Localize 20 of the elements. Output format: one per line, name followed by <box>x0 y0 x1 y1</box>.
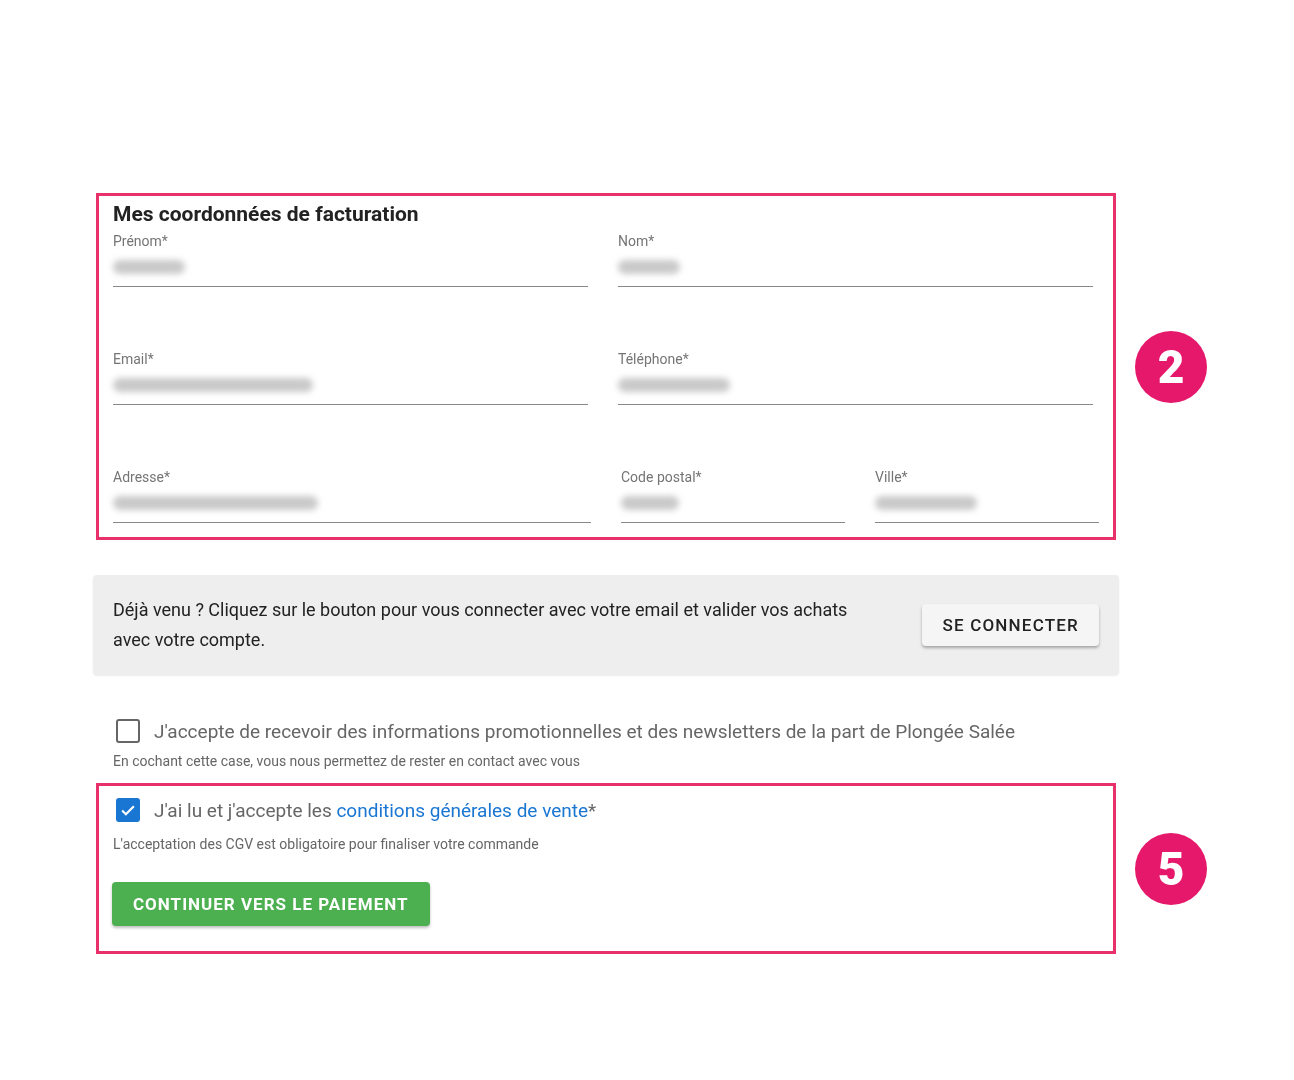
input-field[interactable]: Adresse* <box>113 468 591 523</box>
input-field[interactable]: Nom* <box>618 232 1093 287</box>
input-field[interactable]: Ville* <box>875 468 1099 523</box>
checkbox[interactable] <box>116 798 140 822</box>
checkbox[interactable] <box>116 719 140 743</box>
step-badge: 2 <box>1135 330 1207 403</box>
continue-button[interactable]: CONTINUER VERS LE PAIEMENT <box>112 882 430 926</box>
step-badge: 5 <box>1135 832 1207 905</box>
login-text: Déjà venu ? Cliquez sur le bouton pour vous connecter avec votre email et valider vos achats avec votre compte. <box>113 598 849 652</box>
checkbox-label: J'ai lu et j'accepte les conditions générales de vente* <box>154 798 597 822</box>
input-field[interactable]: Code postal* <box>621 468 845 523</box>
login-button[interactable]: SE CONNECTER <box>922 604 1099 646</box>
helper-text: L'acceptation des CGV est obligatoire pour finaliser votre commande <box>113 836 540 852</box>
input-field[interactable]: Email* <box>113 350 588 405</box>
terms-link[interactable]: conditions générales de vente <box>336 798 589 822</box>
input-field[interactable]: Téléphone* <box>618 350 1093 405</box>
helper-text: En cochant cette case, vous nous permettez de rester en contact avec vous <box>113 753 582 769</box>
section-title: Mes coordonnées de facturation <box>113 202 420 226</box>
checkbox-label: J'accepte de recevoir des informations promotionnelles et des newsletters de la part de Plongée Salée <box>154 719 1016 743</box>
input-field[interactable]: Prénom* <box>113 232 588 287</box>
